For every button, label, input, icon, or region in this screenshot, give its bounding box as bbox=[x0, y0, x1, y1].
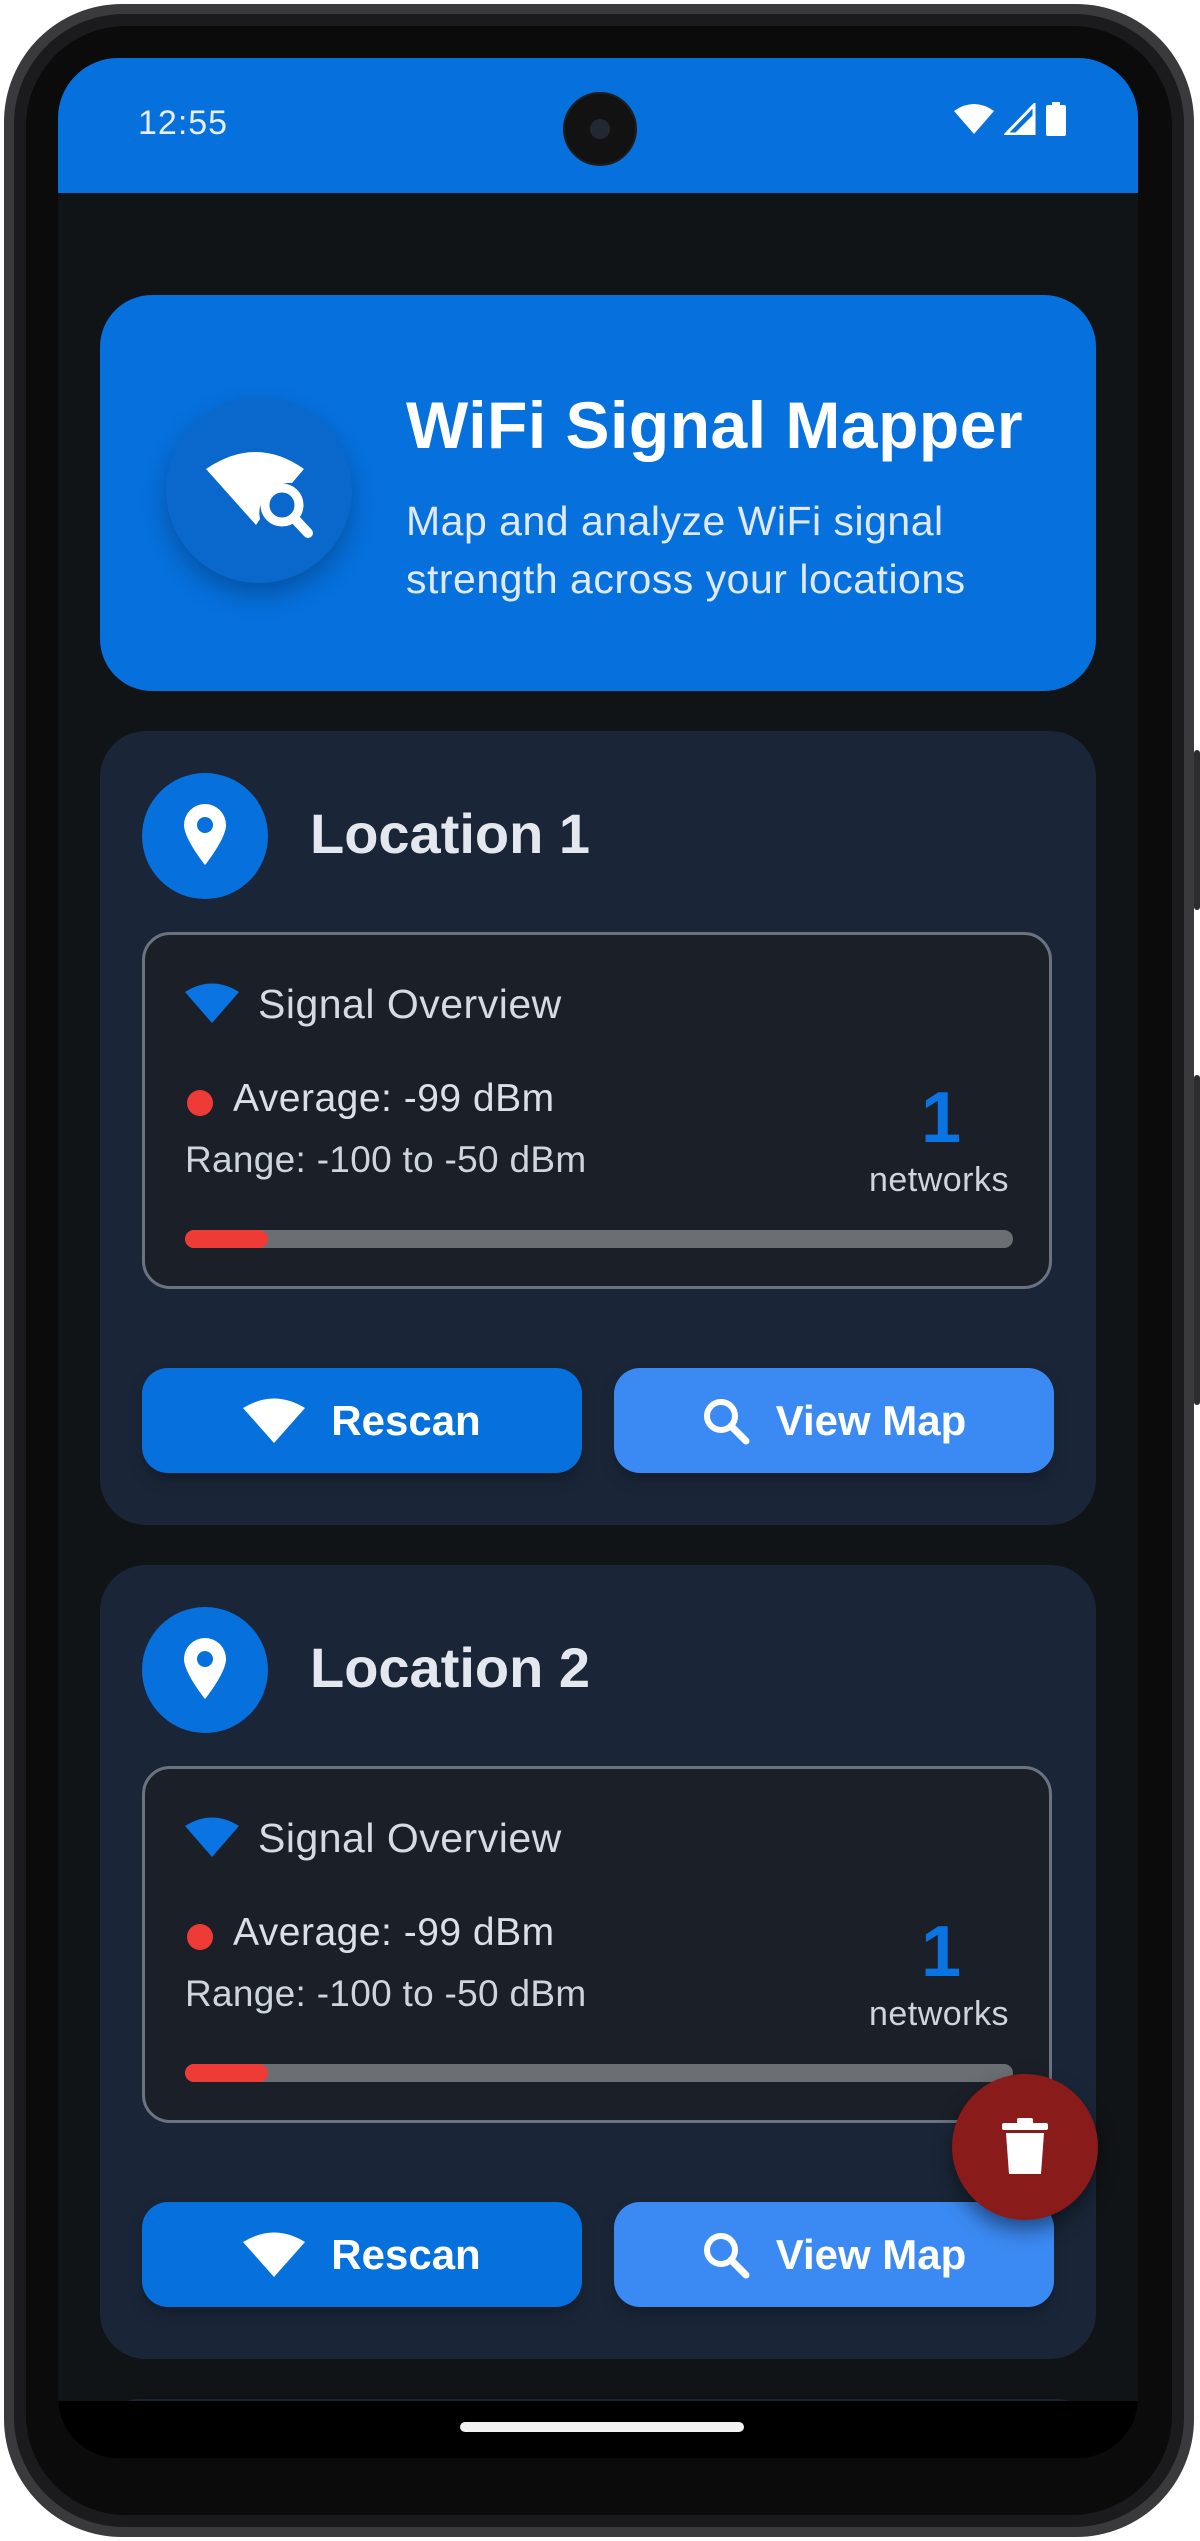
signal-strength-bar bbox=[185, 1230, 1013, 1248]
signal-range: Range: -100 to -50 dBm bbox=[185, 1973, 587, 2014]
network-count: 1 bbox=[920, 1078, 961, 1158]
volume-button bbox=[1194, 750, 1200, 910]
average-signal: Average: -99 dBm bbox=[233, 1077, 555, 1120]
home-indicator[interactable] bbox=[460, 2422, 744, 2432]
rescan-label: Rescan bbox=[331, 1396, 481, 1444]
signal-strength-bar bbox=[185, 2064, 1013, 2082]
battery-icon bbox=[1046, 102, 1066, 136]
view-map-label: View Map bbox=[775, 2230, 967, 2278]
status-bar: 12:55 bbox=[58, 58, 1138, 193]
header-icon-badge bbox=[166, 397, 352, 583]
signal-range: Range: -100 to -50 dBm bbox=[185, 1139, 587, 1180]
signal-strength-fill bbox=[185, 2064, 268, 2082]
network-label: networks bbox=[868, 1161, 1009, 1199]
cellular-signal-icon bbox=[1004, 103, 1036, 135]
app-subtitle: Map and analyze WiFi signal strength acr… bbox=[406, 498, 966, 602]
app-title: WiFi Signal Mapper bbox=[406, 388, 1024, 462]
trash-icon bbox=[1002, 2118, 1048, 2174]
view-map-button[interactable]: View Map bbox=[614, 2202, 1054, 2307]
view-map-button[interactable]: View Map bbox=[614, 1368, 1054, 1473]
status-dot bbox=[187, 1924, 213, 1950]
status-dot bbox=[187, 1090, 213, 1116]
overview-title: Signal Overview bbox=[258, 981, 562, 1027]
location-pin-icon bbox=[184, 804, 226, 865]
signal-strength-fill bbox=[185, 1230, 268, 1248]
rescan-label: Rescan bbox=[331, 2230, 481, 2278]
delete-fab[interactable] bbox=[952, 2074, 1098, 2220]
location-card: Location 1 Signal Overview Average: -99 … bbox=[100, 731, 1096, 1525]
wifi-icon bbox=[954, 104, 994, 134]
rescan-button[interactable]: Rescan bbox=[142, 1368, 582, 1473]
status-time: 12:55 bbox=[138, 104, 229, 142]
rescan-button[interactable]: Rescan bbox=[142, 2202, 582, 2307]
status-icons bbox=[954, 102, 1066, 136]
location-title: Location 2 bbox=[310, 1636, 591, 1699]
signal-overview: Signal Overview Average: -99 dBm Range: … bbox=[142, 1766, 1052, 2123]
search-icon bbox=[703, 2232, 750, 2278]
network-label: networks bbox=[868, 1995, 1009, 2033]
wifi-icon bbox=[185, 983, 239, 1023]
wifi-search-icon bbox=[206, 452, 313, 538]
header-card: WiFi Signal Mapper Map and analyze WiFi … bbox=[100, 295, 1096, 691]
wifi-icon bbox=[243, 2232, 306, 2277]
average-signal: Average: -99 dBm bbox=[233, 1911, 555, 1954]
wifi-icon bbox=[185, 1817, 239, 1857]
location-pin-icon bbox=[184, 1638, 226, 1699]
location-badge bbox=[142, 1607, 268, 1733]
power-button bbox=[1194, 1075, 1200, 1405]
overview-title: Signal Overview bbox=[258, 1815, 562, 1861]
location-title: Location 1 bbox=[310, 802, 591, 865]
signal-overview: Signal Overview Average: -99 dBm Range: … bbox=[142, 932, 1052, 1289]
search-icon bbox=[703, 1398, 750, 1444]
screen: 12:55 WiFi Signal Mapper Map and analyze… bbox=[58, 58, 1138, 2458]
location-card: Location 2 Signal Overview Average: -99 … bbox=[100, 1565, 1096, 2359]
front-camera bbox=[563, 92, 637, 166]
location-badge bbox=[142, 773, 268, 899]
wifi-icon bbox=[243, 1398, 306, 1443]
view-map-label: View Map bbox=[775, 1396, 967, 1444]
phone-frame: 12:55 WiFi Signal Mapper Map and analyze… bbox=[0, 0, 1200, 2541]
network-count: 1 bbox=[920, 1912, 961, 1992]
